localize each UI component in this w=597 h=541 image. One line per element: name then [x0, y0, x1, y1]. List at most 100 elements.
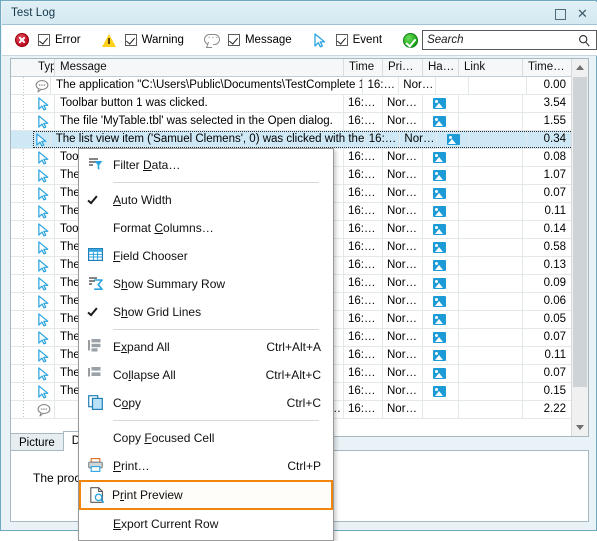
table-row[interactable]: The file 'MyTable.tbl' was selected in t… [11, 113, 573, 131]
close-icon[interactable]: ✕ [576, 7, 589, 20]
row-time: 16:… [344, 221, 383, 238]
row-time: 16:… [344, 401, 383, 418]
filter-toolbar: Error Warning Message Event Search [2, 25, 597, 56]
row-duration: 0.13 [523, 257, 573, 274]
tab-picture[interactable]: Picture [10, 433, 64, 451]
menu-item-filter-data[interactable]: Filter Data… [79, 151, 333, 179]
picture-icon [433, 206, 446, 217]
cursor-arrow-icon [313, 33, 325, 48]
row-message: Toolbar button 1 was clicked. [55, 95, 344, 112]
row-time: 16:… [344, 257, 383, 274]
menu-item-copy-focused-cell[interactable]: Copy Focused Cell [79, 424, 333, 452]
search-input[interactable]: Search [422, 30, 597, 50]
row-indent [11, 167, 33, 184]
menu-item-print-preview[interactable]: Print Preview [79, 480, 333, 510]
maximize-icon[interactable] [554, 7, 567, 20]
menu-item-expand-all[interactable]: Expand All Ctrl+Alt+A [79, 333, 333, 361]
row-time: 16:… [344, 329, 383, 346]
row-link [459, 221, 523, 238]
scrollbar-thumb[interactable] [573, 77, 587, 387]
menu-item-auto-width[interactable]: Auto Width [79, 186, 333, 214]
picture-icon [433, 188, 446, 199]
row-has-picture [423, 257, 459, 274]
table-row[interactable]: The application "C:\Users\Public\Documen… [11, 77, 573, 95]
check-icon [79, 186, 113, 214]
menu-separator [113, 329, 319, 330]
row-has-picture [423, 293, 459, 310]
message-icon [31, 77, 52, 94]
event-label: Event [352, 34, 383, 46]
row-time: 16:… [344, 365, 383, 382]
menu-item-field-chooser[interactable]: Field Chooser [79, 242, 333, 270]
row-priority: Nor… [383, 293, 423, 310]
row-duration: 3.54 [523, 95, 573, 112]
search-icon[interactable] [578, 34, 591, 47]
header-message[interactable]: Message [55, 59, 344, 76]
table-row[interactable]: Toolbar button 1 was clicked. 16:… Nor… 3.5… [11, 95, 573, 113]
picture-icon [433, 278, 446, 289]
row-time: 16:… [344, 113, 383, 130]
row-has-picture [423, 329, 459, 346]
warning-checkbox[interactable] [124, 34, 137, 46]
row-has-picture [423, 239, 459, 256]
menu-item-show-grid-lines[interactable]: Show Grid Lines [79, 298, 333, 326]
menu-item-show-summary-row[interactable]: Show Summary Row [79, 270, 333, 298]
row-priority: Nor… [383, 365, 423, 382]
vertical-scrollbar[interactable] [571, 59, 588, 436]
row-priority: Nor… [399, 77, 437, 94]
row-indent [11, 257, 33, 274]
header-time[interactable]: Time [344, 59, 383, 76]
picture-icon [433, 368, 446, 379]
event-icon [33, 365, 55, 382]
event-icon [33, 311, 55, 328]
row-has-picture [437, 131, 470, 148]
table-row[interactable]: The list view item ('Samuel Clemens', 0)… [11, 131, 573, 149]
filter-error[interactable]: Error [13, 25, 81, 55]
filter-checkpoint[interactable] [401, 25, 419, 55]
warning-label: Warning [141, 34, 184, 46]
header-link[interactable]: Link [459, 59, 523, 76]
row-priority: Nor… [383, 221, 423, 238]
picture-icon [433, 242, 446, 253]
row-has-picture [423, 275, 459, 292]
filter-event[interactable]: Event [311, 25, 382, 55]
row-indent [11, 203, 33, 220]
menu-item-label: Print Preview [112, 488, 183, 502]
menu-item-label: Field Chooser [113, 249, 188, 263]
menu-item-format-columns[interactable]: Format Columns… [79, 214, 333, 242]
error-checkbox[interactable] [38, 34, 50, 46]
filter-message[interactable]: Message [203, 25, 292, 55]
header-time2[interactable]: Time… [523, 59, 573, 76]
row-link [459, 203, 523, 220]
header-has-picture[interactable]: Ha… [423, 59, 459, 76]
message-checkbox[interactable] [227, 34, 240, 46]
picture-icon [433, 386, 446, 397]
scroll-up-icon[interactable] [572, 59, 588, 76]
row-message: The file 'MyTable.tbl' was selected in t… [55, 113, 344, 130]
row-time: 16:… [344, 293, 383, 310]
menu-item-print[interactable]: Print… Ctrl+P [79, 452, 333, 480]
menu-item-label: Print… [113, 459, 150, 473]
header-type[interactable]: Type [33, 59, 55, 76]
menu-item-copy[interactable]: Copy Ctrl+C [79, 389, 333, 417]
grid-header-row: Type Message Time Pri… Ha… Link Time… [11, 59, 573, 77]
header-priority[interactable]: Pri… [383, 59, 423, 76]
error-label: Error [55, 34, 81, 46]
row-has-picture [423, 95, 459, 112]
row-link [459, 239, 523, 256]
event-checkbox[interactable] [335, 34, 348, 46]
picture-icon [433, 260, 446, 271]
menu-item-export-current-row[interactable]: Export Current Row [79, 510, 333, 538]
event-icon [33, 203, 55, 220]
copy-icon [79, 389, 113, 417]
filter-warning[interactable]: Warning [100, 25, 184, 55]
row-link [459, 167, 523, 184]
row-duration: 0.07 [523, 329, 573, 346]
menu-item-collapse-all[interactable]: Collapse All Ctrl+Alt+C [79, 361, 333, 389]
row-has-picture [423, 149, 459, 166]
scroll-down-icon[interactable] [572, 419, 588, 436]
menu-item-shortcut: Ctrl+P [287, 459, 321, 473]
picture-icon [433, 170, 446, 181]
row-indent [11, 95, 33, 112]
row-duration: 0.07 [523, 365, 573, 382]
